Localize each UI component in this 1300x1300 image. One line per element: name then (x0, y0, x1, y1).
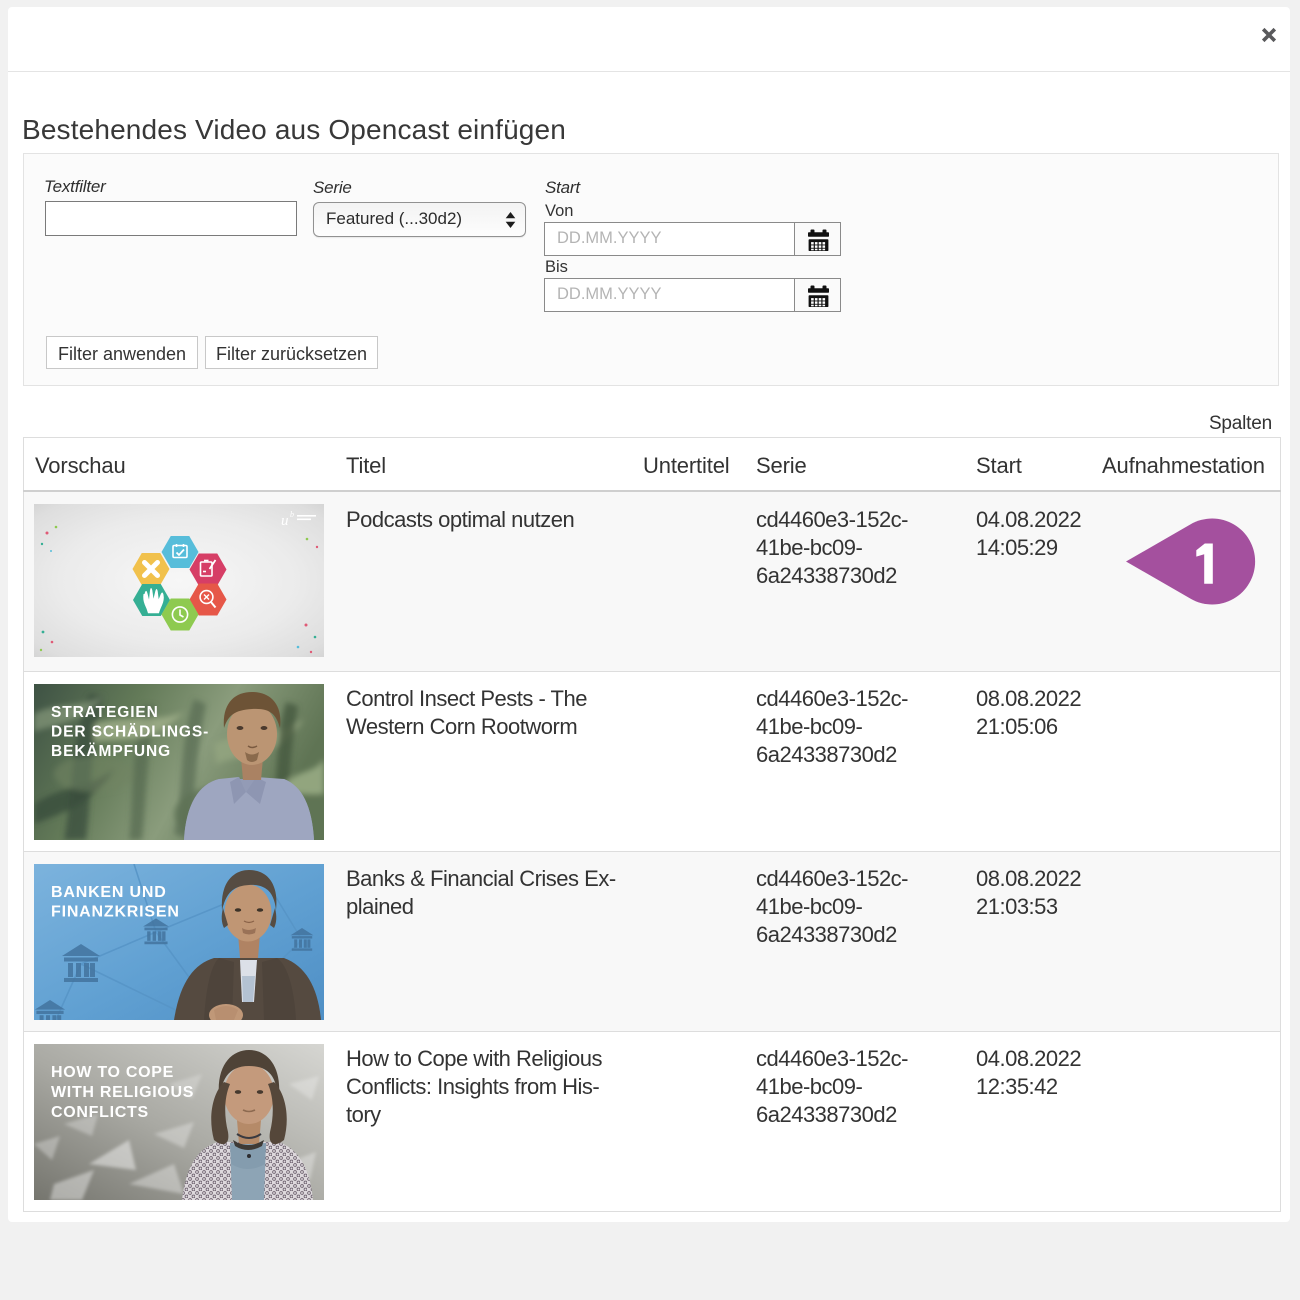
svg-text:b: b (290, 510, 294, 519)
svg-text:HOW TO COPE: HOW TO COPE (51, 1064, 174, 1081)
svg-text:CONFLICTS: CONFLICTS (51, 1104, 149, 1121)
svg-text:STRATEGIEN: STRATEGIEN (51, 704, 159, 721)
svg-text:BEKÄMPFUNG: BEKÄMPFUNG (51, 743, 171, 760)
svg-text:BANKEN UND: BANKEN UND (51, 884, 167, 901)
svg-text:DER SCHÄDLINGS-: DER SCHÄDLINGS- (51, 724, 209, 741)
svg-text:FINANZKRISEN: FINANZKRISEN (51, 904, 180, 921)
svg-text:u: u (281, 513, 289, 529)
svg-text:WITH RELIGIOUS: WITH RELIGIOUS (51, 1084, 194, 1101)
